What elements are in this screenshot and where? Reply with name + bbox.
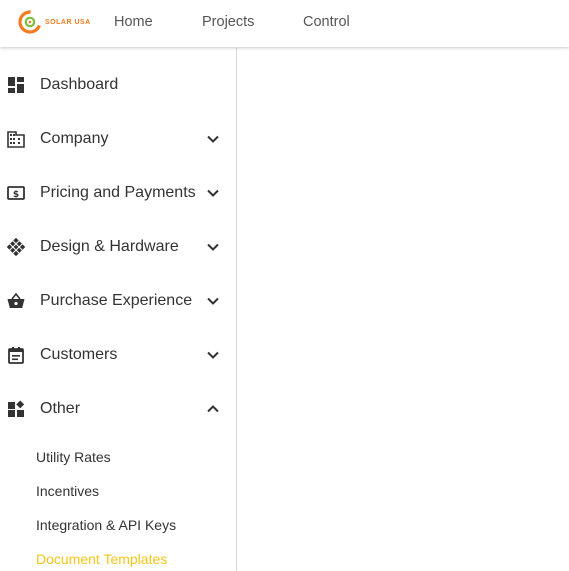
- sidebar-item-company[interactable]: Company: [0, 112, 236, 166]
- sidebar-item-other[interactable]: Other: [0, 382, 236, 436]
- chevron-down-icon: [206, 294, 220, 308]
- chevron-up-icon: [206, 402, 220, 416]
- submenu-item-integration-api-keys[interactable]: Integration & API Keys: [36, 517, 176, 533]
- solar-panel-icon: [7, 238, 25, 256]
- top-navigation-bar: SOLAR USA Home Projects Control: [0, 0, 569, 47]
- logo-text: SOLAR USA: [45, 18, 91, 26]
- chevron-down-icon: [206, 132, 220, 146]
- submenu-item-document-templates[interactable]: Document Templates: [36, 551, 167, 567]
- sidebar: Dashboard Company $ Pricing and Payments…: [0, 48, 237, 571]
- nav-home-link[interactable]: Home: [114, 0, 153, 47]
- money-icon: $: [7, 184, 25, 202]
- sidebar-item-label: Other: [40, 400, 81, 417]
- chevron-down-icon: [206, 348, 220, 362]
- sidebar-item-label: Pricing and Payments: [40, 184, 196, 201]
- company-icon: [7, 130, 25, 148]
- sidebar-item-label: Design & Hardware: [40, 238, 179, 255]
- sidebar-item-dashboard[interactable]: Dashboard: [0, 58, 236, 112]
- submenu-item-incentives[interactable]: Incentives: [36, 483, 99, 499]
- sun-logo-icon: [18, 10, 42, 34]
- sidebar-item-purchase-experience[interactable]: Purchase Experience: [0, 274, 236, 328]
- calendar-list-icon: [7, 346, 25, 364]
- sidebar-item-label: Customers: [40, 346, 118, 363]
- sidebar-item-label: Company: [40, 130, 109, 147]
- main-content-area: [238, 48, 569, 571]
- basket-icon: [7, 292, 25, 310]
- sidebar-item-pricing-and-payments[interactable]: $ Pricing and Payments: [0, 166, 236, 220]
- chevron-down-icon: [206, 240, 220, 254]
- sidebar-item-customers[interactable]: Customers: [0, 328, 236, 382]
- submenu-item-utility-rates[interactable]: Utility Rates: [36, 449, 111, 465]
- sidebar-item-label: Dashboard: [40, 76, 119, 93]
- sidebar-item-design-and-hardware[interactable]: Design & Hardware: [0, 220, 236, 274]
- svg-text:$: $: [13, 190, 19, 200]
- solar-usa-logo[interactable]: SOLAR USA: [17, 9, 91, 35]
- chevron-down-icon: [206, 186, 220, 200]
- nav-projects-link[interactable]: Projects: [202, 0, 254, 47]
- sidebar-item-label: Purchase Experience: [40, 292, 193, 309]
- nav-control-link[interactable]: Control: [303, 0, 350, 47]
- dashboard-icon: [7, 76, 25, 94]
- widgets-icon: [7, 400, 25, 418]
